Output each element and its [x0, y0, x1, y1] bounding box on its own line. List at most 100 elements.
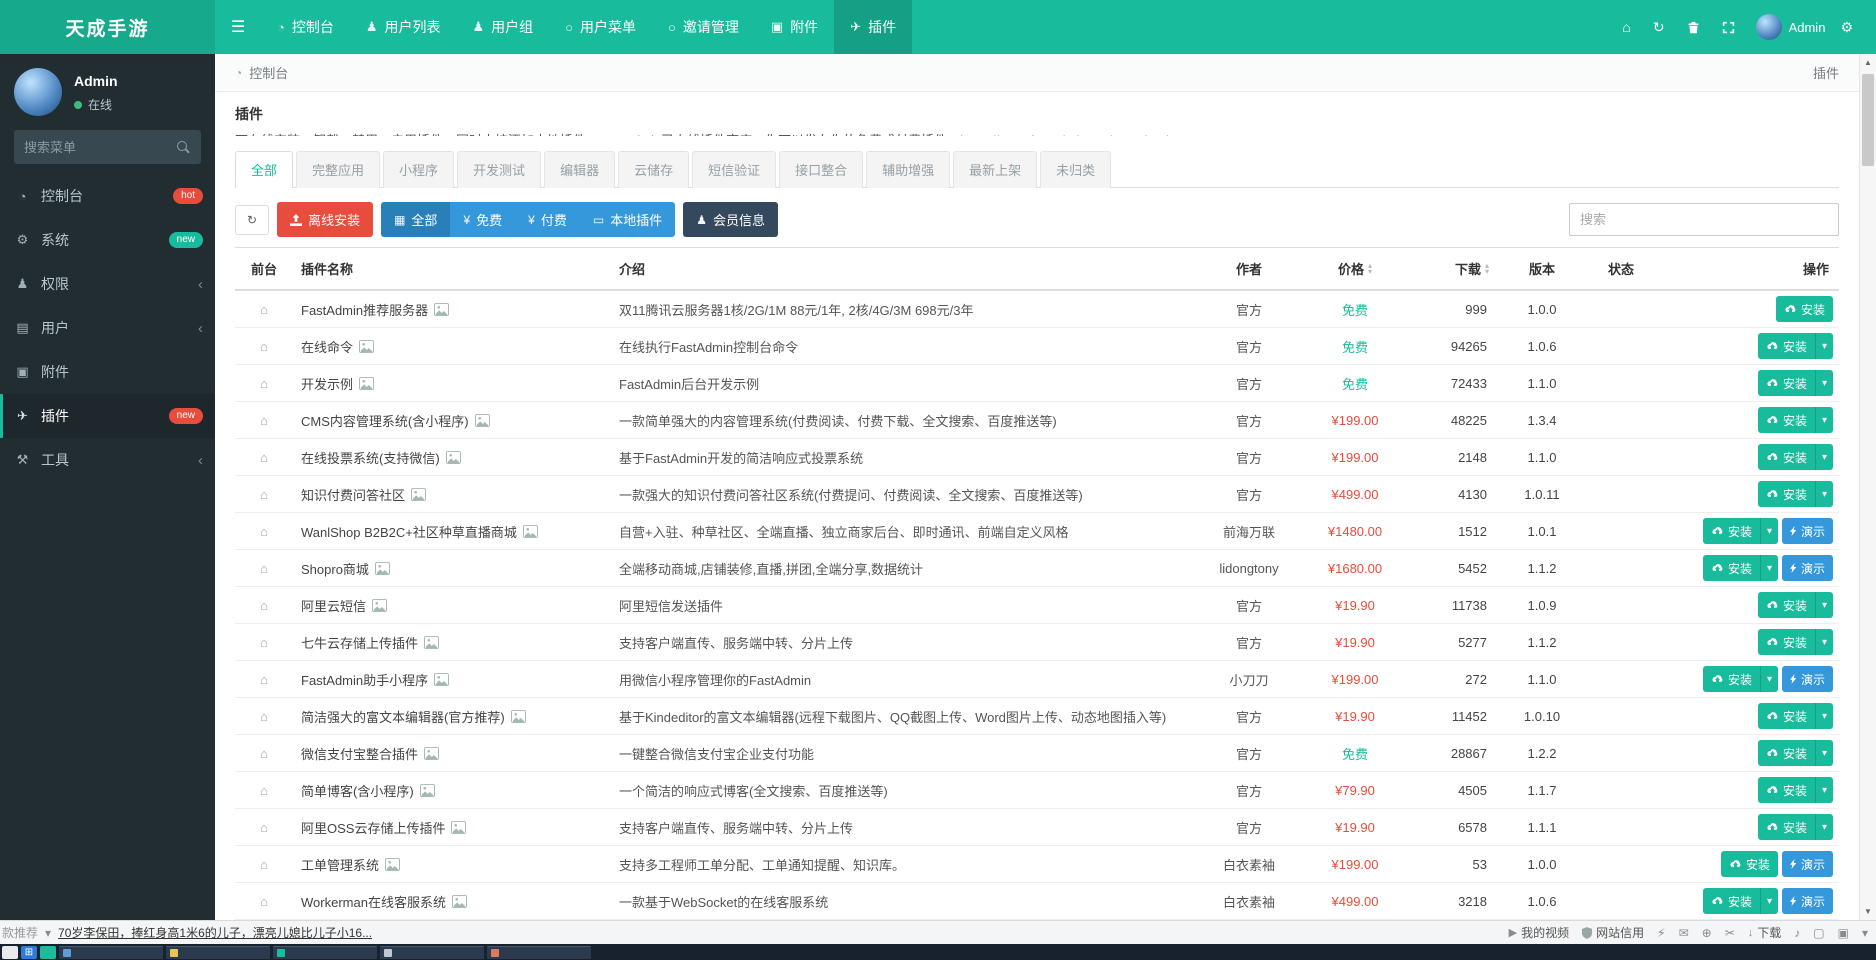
taskbar-doc-icon[interactable]	[2, 946, 18, 959]
tab-all[interactable]: 全部	[235, 151, 293, 188]
refresh-button[interactable]: ↻	[235, 205, 269, 235]
plus-icon[interactable]: ⊕	[1702, 926, 1712, 940]
tab-latest[interactable]: 最新上架	[953, 151, 1037, 188]
plugin-name-link[interactable]: WanlShop B2B2C+社区种草直播商城	[301, 522, 517, 541]
install-button[interactable]: 安装	[1758, 407, 1815, 433]
install-caret-button[interactable]: ▾	[1815, 814, 1833, 840]
scrollbar-thumb[interactable]	[1862, 74, 1874, 166]
filter-paid-button[interactable]: ¥付费	[515, 202, 580, 237]
sidebar-item-dashboard[interactable]: ◔控制台hot	[0, 174, 215, 218]
plugin-name-link[interactable]: 阿里云短信	[301, 596, 366, 615]
topnav-item-invite-manage[interactable]: ○邀请管理	[652, 0, 755, 54]
search-icon[interactable]	[177, 140, 191, 154]
user-avatar[interactable]	[14, 68, 62, 116]
sidebar-item-user[interactable]: ▤用户‹	[0, 306, 215, 350]
filter-local-button[interactable]: ▭本地插件	[580, 202, 675, 237]
plugin-name-link[interactable]: CMS内容管理系统(含小程序)	[301, 411, 469, 430]
frontend-home-icon[interactable]: ⌂	[260, 413, 268, 428]
taskbar-window-1[interactable]	[59, 946, 163, 959]
install-caret-button[interactable]: ▾	[1760, 518, 1778, 544]
start-button[interactable]: ⊞	[21, 946, 37, 959]
install-caret-button[interactable]: ▾	[1815, 592, 1833, 618]
plugin-name-link[interactable]: 知识付费问答社区	[301, 485, 405, 504]
plugin-name-link[interactable]: 简单博客(含小程序)	[301, 781, 414, 800]
screenshot-icon[interactable]: ✂	[1725, 926, 1735, 940]
tab-sms[interactable]: 短信验证	[692, 151, 776, 188]
promo-caret-icon[interactable]: ▾	[45, 926, 51, 940]
news-headline-link[interactable]: 70岁李保田，捧红身高1米6的儿子，漂亮儿媳比儿子小16...	[58, 924, 372, 941]
install-button[interactable]: 安装	[1758, 370, 1815, 396]
demo-button[interactable]: 演示	[1782, 518, 1833, 544]
admin-avatar[interactable]	[1756, 14, 1782, 40]
install-button[interactable]: 安装	[1703, 666, 1760, 692]
sidebar-item-tool[interactable]: ⚒工具‹	[0, 438, 215, 482]
menu-search-input[interactable]	[24, 140, 177, 155]
column-header-downloads[interactable]: 下载▴▾	[1411, 248, 1503, 289]
install-caret-button[interactable]: ▾	[1815, 444, 1833, 470]
install-caret-button[interactable]: ▾	[1815, 629, 1833, 655]
install-caret-button[interactable]: ▾	[1815, 370, 1833, 396]
plugin-name-link[interactable]: 开发示例	[301, 374, 353, 393]
tab-enhance[interactable]: 辅助增强	[866, 151, 950, 188]
plugin-name-link[interactable]: 七牛云存储上传插件	[301, 633, 418, 652]
frontend-home-icon[interactable]: ⌂	[260, 598, 268, 613]
demo-button[interactable]: 演示	[1782, 555, 1833, 581]
plugin-name-link[interactable]: Shopro商城	[301, 559, 369, 578]
taskbar-browser-icon[interactable]	[40, 946, 56, 959]
offline-install-button[interactable]: 离线安装	[277, 202, 373, 237]
demo-button[interactable]: 演示	[1782, 851, 1833, 877]
tab-api[interactable]: 接口整合	[779, 151, 863, 188]
taskbar-window-5[interactable]	[487, 946, 591, 959]
install-caret-button[interactable]: ▾	[1815, 777, 1833, 803]
frontend-home-icon[interactable]: ⌂	[260, 709, 268, 724]
topnav-item-user-menu[interactable]: ○用户菜单	[549, 0, 652, 54]
install-caret-button[interactable]: ▾	[1760, 555, 1778, 581]
tab-dev-test[interactable]: 开发测试	[457, 151, 541, 188]
taskbar-window-2[interactable]	[166, 946, 270, 959]
frontend-home-icon[interactable]: ⌂	[260, 746, 268, 761]
topnav-item-addon[interactable]: ✈插件	[834, 0, 912, 54]
topnav-item-attachment[interactable]: ▣附件	[755, 0, 834, 54]
taskbar-window-4[interactable]	[380, 946, 484, 959]
plugin-search-input[interactable]	[1569, 203, 1839, 236]
gear-icon[interactable]: ⚙	[1829, 0, 1864, 54]
admin-label[interactable]: Admin	[1789, 20, 1826, 35]
filter-free-button[interactable]: ¥免费	[450, 202, 515, 237]
tab-full-app[interactable]: 完整应用	[296, 151, 380, 188]
install-button[interactable]: 安装	[1703, 555, 1760, 581]
install-caret-button[interactable]: ▾	[1815, 333, 1833, 359]
install-button[interactable]: 安装	[1758, 592, 1815, 618]
plugin-name-link[interactable]: FastAdmin助手小程序	[301, 670, 428, 689]
frontend-home-icon[interactable]: ⌂	[260, 487, 268, 502]
install-button[interactable]: 安装	[1758, 481, 1815, 507]
plugin-name-link[interactable]: 工单管理系统	[301, 855, 379, 874]
install-caret-button[interactable]: ▾	[1815, 481, 1833, 507]
frontend-home-icon[interactable]: ⌂	[260, 561, 268, 576]
page-scrollbar[interactable]: ▲ ▼	[1859, 54, 1876, 920]
frontend-home-icon[interactable]: ⌂	[260, 635, 268, 650]
install-button[interactable]: 安装	[1703, 518, 1760, 544]
topnav-item-user-group[interactable]: ♟用户组	[457, 0, 550, 54]
tab-editor[interactable]: 编辑器	[544, 151, 615, 188]
plugin-name-link[interactable]: 微信支付宝整合插件	[301, 744, 418, 763]
tab-cloud-storage[interactable]: 云储存	[618, 151, 689, 188]
store-link[interactable]: https://www.fastadmin.net/store.html	[960, 133, 1169, 136]
install-button[interactable]: 安装	[1758, 814, 1815, 840]
install-caret-button[interactable]: ▾	[1760, 666, 1778, 692]
plugin-name-link[interactable]: 在线命令	[301, 337, 353, 356]
trash-icon[interactable]	[1676, 0, 1711, 54]
window-icon[interactable]: ▢	[1813, 926, 1824, 940]
install-button[interactable]: 安装	[1721, 851, 1778, 877]
install-button[interactable]: 安装	[1758, 703, 1815, 729]
mail-icon[interactable]: ✉	[1679, 926, 1689, 940]
tab-uncategorized[interactable]: 未归类	[1040, 151, 1111, 188]
frontend-home-icon[interactable]: ⌂	[260, 376, 268, 391]
frontend-home-icon[interactable]: ⌂	[260, 524, 268, 539]
download-button[interactable]: ↓下载	[1748, 924, 1782, 941]
plugin-name-link[interactable]: Workerman在线客服系统	[301, 892, 446, 911]
plugin-name-link[interactable]: 阿里OSS云存储上传插件	[301, 818, 445, 837]
flash-icon[interactable]: ⚡	[1657, 926, 1665, 940]
media-icon[interactable]: ♪	[1794, 926, 1800, 940]
tab-mini-program[interactable]: 小程序	[383, 151, 454, 188]
frontend-home-icon[interactable]: ⌂	[260, 783, 268, 798]
